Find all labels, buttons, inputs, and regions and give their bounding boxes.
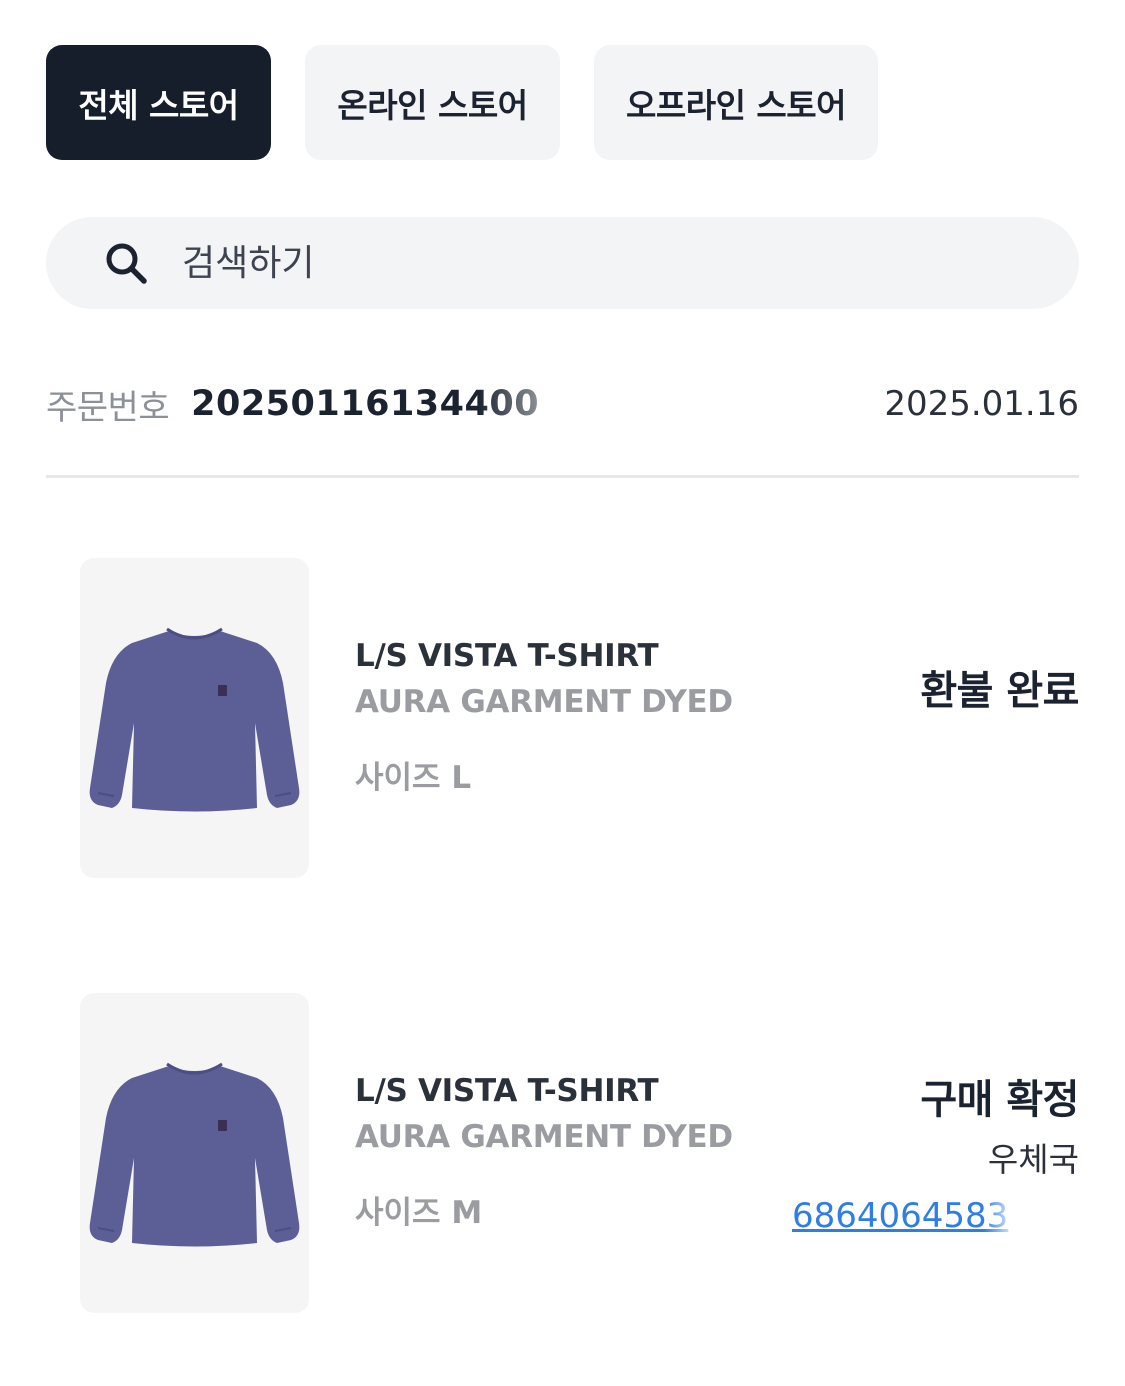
order-item[interactable]: L/S VISTA T-SHIRT AURA GARMENT DYED 사이즈 … bbox=[80, 993, 1079, 1313]
order-date: 2025.01.16 bbox=[884, 384, 1079, 424]
product-color: AURA GARMENT DYED bbox=[355, 684, 733, 720]
product-info: L/S VISTA T-SHIRT AURA GARMENT DYED 사이즈 … bbox=[355, 638, 733, 797]
order-status: 구매 확정 bbox=[920, 1077, 1079, 1123]
product-image[interactable] bbox=[80, 993, 309, 1313]
tab-online-store[interactable]: 온라인 스토어 bbox=[305, 45, 560, 160]
shipping-carrier: 우체국 bbox=[987, 1140, 1079, 1179]
order-number: 20250116134400 bbox=[191, 384, 540, 424]
product-size: 사이즈 L bbox=[355, 760, 472, 796]
divider bbox=[46, 475, 1079, 478]
tab-offline-store[interactable]: 오프라인 스토어 bbox=[594, 45, 878, 160]
order-header: 주문번호 20250116134400 2025.01.16 bbox=[46, 376, 1079, 432]
search-input[interactable] bbox=[182, 242, 1002, 284]
search-bar[interactable] bbox=[46, 217, 1079, 309]
order-item[interactable]: L/S VISTA T-SHIRT AURA GARMENT DYED 사이즈 … bbox=[80, 558, 1079, 878]
tshirt-image bbox=[89, 627, 300, 812]
tab-all-stores[interactable]: 전체 스토어 bbox=[46, 45, 271, 160]
product-info: L/S VISTA T-SHIRT AURA GARMENT DYED 사이즈 … bbox=[355, 1073, 733, 1232]
tracking-number-link[interactable]: 6864064583 bbox=[792, 1196, 1018, 1236]
order-status: 환불 완료 bbox=[920, 668, 1079, 714]
tshirt-image bbox=[89, 1062, 300, 1247]
product-size: 사이즈 M bbox=[355, 1195, 483, 1231]
order-history-page: 전체 스토어 온라인 스토어 오프라인 스토어 주문번호 20250116134… bbox=[0, 0, 1125, 1386]
product-name: L/S VISTA T-SHIRT bbox=[355, 638, 659, 674]
store-tabs: 전체 스토어 온라인 스토어 오프라인 스토어 bbox=[46, 45, 878, 160]
product-color: AURA GARMENT DYED bbox=[355, 1119, 733, 1155]
product-image[interactable] bbox=[80, 558, 309, 878]
product-name: L/S VISTA T-SHIRT bbox=[355, 1073, 659, 1109]
search-icon bbox=[106, 243, 147, 284]
order-number-label: 주문번호 bbox=[46, 387, 170, 428]
